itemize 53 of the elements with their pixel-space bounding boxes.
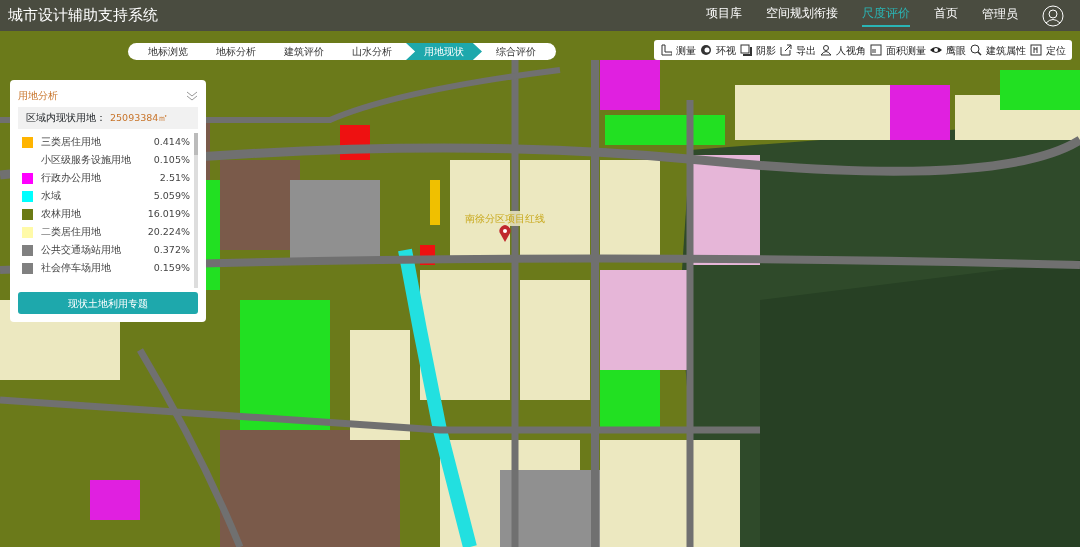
legend-share: 0.414% — [153, 135, 190, 150]
tool-button[interactable]: 建筑属性 — [968, 40, 1028, 60]
step-tab[interactable]: 综合评价 — [482, 43, 550, 60]
tool-button[interactable]: 导出 — [778, 40, 818, 60]
tool-button[interactable]: 环视 — [698, 40, 738, 60]
location-pin-icon[interactable] — [499, 225, 511, 242]
tool-button[interactable]: 人视角 — [818, 40, 868, 60]
legend-name: 水域 — [41, 189, 62, 204]
scrollbar[interactable] — [194, 133, 198, 288]
legend-name: 公共交通场站用地 — [41, 243, 122, 258]
step-tab[interactable]: 地标浏览 — [134, 43, 202, 60]
tool-button[interactable]: 鹰眼 — [928, 40, 968, 60]
step-tab[interactable]: 山水分析 — [338, 43, 406, 60]
area-icon — [870, 44, 882, 56]
tool-button[interactable]: 测量 — [658, 40, 698, 60]
tool-button[interactable]: 面积测量 — [868, 40, 928, 60]
legend-share: 5.059% — [153, 189, 190, 204]
summary-label: 区域内现状用地： — [26, 111, 106, 125]
legend-name: 小区级服务设施用地 — [41, 153, 132, 168]
collapse-icon[interactable] — [186, 90, 198, 101]
shadow-icon — [740, 44, 752, 56]
user-avatar-icon[interactable] — [1042, 4, 1064, 27]
legend-name: 三类居住用地 — [41, 135, 102, 150]
person-icon — [820, 44, 832, 56]
legend-share: 2.51% — [159, 171, 190, 186]
legend-share: 0.105% — [153, 153, 190, 168]
eye-icon — [930, 44, 942, 56]
nav-link[interactable]: 空间规划衔接 — [766, 4, 838, 27]
legend-name: 社会停车场用地 — [41, 261, 112, 276]
locate-icon — [1030, 44, 1042, 56]
legend-share: 0.372% — [153, 243, 190, 258]
nav-link[interactable]: 尺度评价 — [862, 4, 910, 27]
nav-link[interactable]: 首页 — [934, 4, 958, 27]
orbit-icon — [700, 44, 712, 56]
ruler-icon — [660, 44, 672, 56]
nav-link[interactable]: 项目库 — [706, 4, 742, 27]
legend-name: 农林用地 — [41, 207, 82, 222]
step-tab[interactable]: 建筑评价 — [270, 43, 338, 60]
tool-button[interactable]: 阴影 — [738, 40, 778, 60]
legend-share: 0.159% — [153, 261, 190, 276]
map-label: 南徐分区项目红线 — [465, 211, 545, 226]
search-icon — [970, 44, 982, 56]
export-icon — [780, 44, 792, 56]
legend-name: 二类居住用地 — [41, 225, 102, 240]
legend-share: 16.019% — [147, 207, 190, 222]
app-title: 城市设计辅助支持系统 — [7, 5, 158, 27]
panel-title: 用地分析 — [18, 89, 58, 103]
step-tab[interactable]: 地标分析 — [202, 43, 270, 60]
summary-value: 25093384㎡ — [110, 111, 169, 125]
legend-name: 行政办公用地 — [41, 171, 102, 186]
user-name[interactable]: 管理员 — [982, 5, 1018, 26]
legend-share: 20.224% — [147, 225, 190, 240]
tool-button[interactable]: 定位 — [1028, 40, 1068, 60]
